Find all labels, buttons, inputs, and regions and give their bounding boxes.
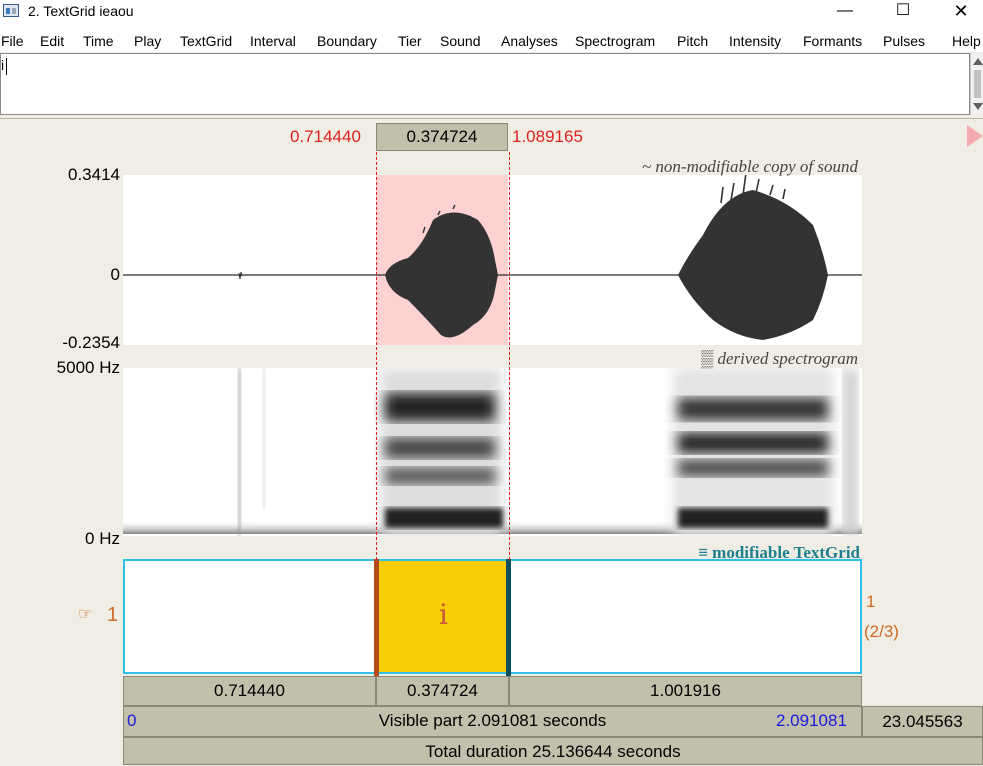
menu-analyses[interactable]: Analyses xyxy=(501,32,558,50)
menu-textgrid[interactable]: TextGrid xyxy=(180,32,232,50)
menu-spectrogram[interactable]: Spectrogram xyxy=(575,32,655,50)
selection-line-right xyxy=(509,152,510,560)
spectrogram-min-frequency: 0 Hz xyxy=(85,529,120,548)
visible-part-label: Visible part 2.091081 seconds xyxy=(378,711,607,730)
visible-start-time: 0 xyxy=(127,711,137,730)
interval-label: i xyxy=(439,598,448,631)
maximize-button[interactable]: ☐ xyxy=(880,0,926,22)
interval-text-field[interactable] xyxy=(0,53,970,115)
menu-tier[interactable]: Tier xyxy=(398,32,422,50)
waveform-caption: ~ non-modifiable copy of sound xyxy=(641,157,858,176)
menu-time[interactable]: Time xyxy=(83,32,114,50)
tier-interval-fraction: (2/3) xyxy=(864,622,899,641)
scrollbar-thumb[interactable] xyxy=(974,70,981,98)
selection-duration: 0.374724 xyxy=(406,127,478,146)
menu-edit[interactable]: Edit xyxy=(40,32,64,50)
waveform-max-label: 0.3414 xyxy=(68,165,120,184)
outside-right-duration[interactable]: 23.045563 xyxy=(862,706,983,737)
menu-boundary[interactable]: Boundary xyxy=(317,32,377,50)
spectrogram-max-frequency: 5000 Hz xyxy=(56,358,120,377)
waveform-min-label: -0.2354 xyxy=(62,333,120,352)
separator xyxy=(0,118,983,119)
play-triangle-icon[interactable] xyxy=(967,125,983,147)
waveform-zero-label: 0 xyxy=(110,265,120,284)
selection-line-left xyxy=(376,152,377,560)
total-duration-bar[interactable]: Total duration 25.136644 seconds xyxy=(123,737,983,765)
menu-pitch[interactable]: Pitch xyxy=(677,32,708,50)
visible-end-time: 2.091081 xyxy=(776,711,847,730)
tier-pointer-icon[interactable]: ☞ xyxy=(78,605,92,625)
window-title: 2. TextGrid ieaou xyxy=(28,3,134,19)
menu-formants[interactable]: Formants xyxy=(803,32,862,50)
interval-duration-selected[interactable]: 0.374724 xyxy=(376,676,509,706)
menu-sound[interactable]: Sound xyxy=(440,32,480,50)
text-caret xyxy=(6,58,7,75)
selection-end-time: 1.089165 xyxy=(512,127,583,146)
interval-duration-before[interactable]: 0.714440 xyxy=(123,676,376,706)
tier-right-number: 1 xyxy=(866,592,876,611)
menu-pulses[interactable]: Pulses xyxy=(883,32,925,50)
scroll-down-arrow-icon[interactable] xyxy=(973,103,983,110)
menu-play[interactable]: Play xyxy=(134,32,161,50)
praat-window-icon xyxy=(3,4,19,17)
menu-file[interactable]: File xyxy=(1,32,24,50)
spectrogram-image xyxy=(123,368,862,536)
interval-duration-after[interactable]: 1.001916 xyxy=(509,676,862,706)
selection-start-time: 0.714440 xyxy=(290,127,361,146)
interval-text-value: i xyxy=(1,57,5,73)
close-button[interactable]: ✕ xyxy=(938,0,983,22)
menu-interval[interactable]: Interval xyxy=(250,32,296,50)
scroll-up-arrow-icon[interactable] xyxy=(973,58,983,65)
spectrogram-caption: ▒ derived spectrogram xyxy=(701,349,858,368)
waveform-trace xyxy=(123,175,862,340)
menu-help[interactable]: Help xyxy=(952,32,981,50)
tier-number[interactable]: 1 xyxy=(107,603,118,627)
menu-intensity[interactable]: Intensity xyxy=(729,32,781,50)
minimize-button[interactable]: — xyxy=(822,0,868,22)
